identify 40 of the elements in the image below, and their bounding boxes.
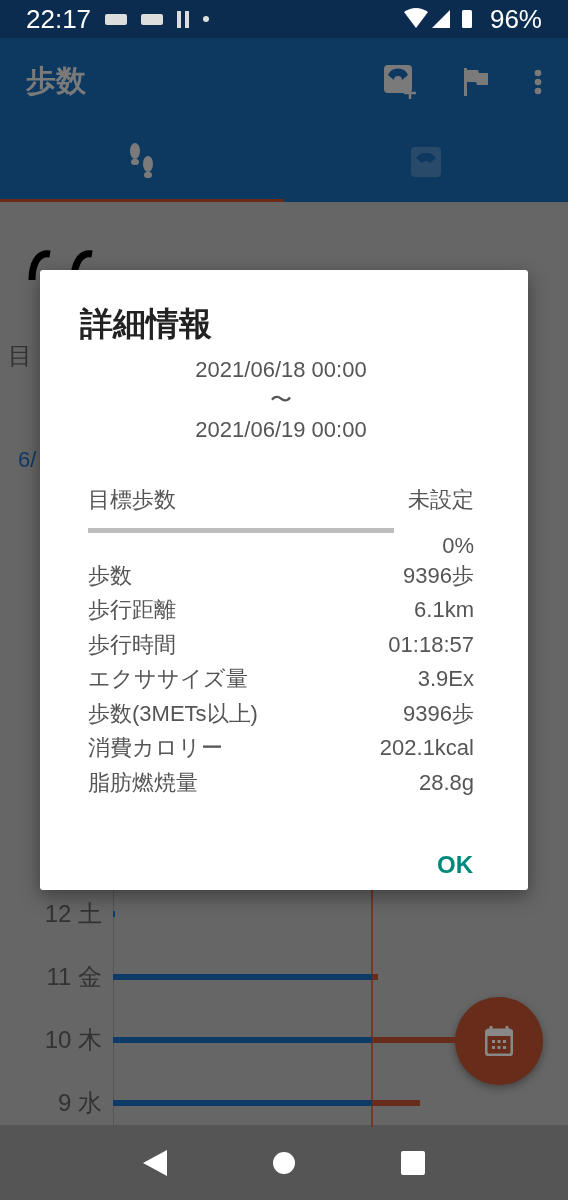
battery-level: 96% [489, 3, 542, 35]
status-time: 22:17 [26, 3, 92, 35]
stat-label: 歩数 [88, 561, 132, 590]
stat-label: 歩行時間 [88, 630, 176, 659]
date-label: 6/ [18, 447, 37, 473]
stat-label: 歩行距離 [88, 596, 176, 625]
stat-value: 202.1kcal [379, 735, 474, 762]
back-icon[interactable] [142, 1149, 167, 1176]
period-end: 2021/06/19 00:00 [195, 416, 367, 444]
goal-steps-value: 未設定 [408, 486, 474, 515]
gamepad-icon [105, 13, 128, 25]
stat-value: 28.8g [418, 769, 474, 796]
stat-value: 9396歩 [403, 561, 474, 590]
recents-icon[interactable] [401, 1150, 426, 1175]
calendar-button[interactable] [455, 997, 543, 1085]
add-scale-icon[interactable] [384, 64, 418, 99]
goal-steps-label: 目標歩数 [88, 486, 176, 515]
stat-value: 6.1km [414, 597, 474, 624]
gamepad-icon [141, 13, 164, 25]
stat-value: 9396歩 [403, 699, 474, 728]
stat-label: 消費カロリー [88, 734, 223, 763]
period-start: 2021/06/18 00:00 [195, 356, 367, 384]
scale-icon [411, 147, 441, 177]
stat-value: 3.9Ex [417, 666, 474, 693]
goal-percent: 0% [442, 532, 474, 559]
dialog-title: 詳細情報 [80, 304, 213, 344]
app-title: 歩数 [26, 63, 87, 99]
cutlery-icon [177, 10, 190, 28]
dot-icon [203, 16, 210, 22]
ok-button[interactable]: OK [431, 850, 479, 880]
period-separator: 〜 [270, 386, 292, 414]
stat-label: エクササイズ量 [88, 665, 248, 694]
home-icon[interactable] [272, 1150, 296, 1175]
footprints-icon [129, 143, 155, 181]
stat-value: 01:18:57 [388, 631, 474, 658]
calendar-icon [485, 1026, 513, 1056]
flag-icon[interactable] [464, 67, 488, 96]
stat-label: 脂肪燃焼量 [88, 768, 198, 797]
stat-label: 歩数(3METs以上) [88, 699, 258, 728]
more-options-icon[interactable] [534, 68, 542, 95]
